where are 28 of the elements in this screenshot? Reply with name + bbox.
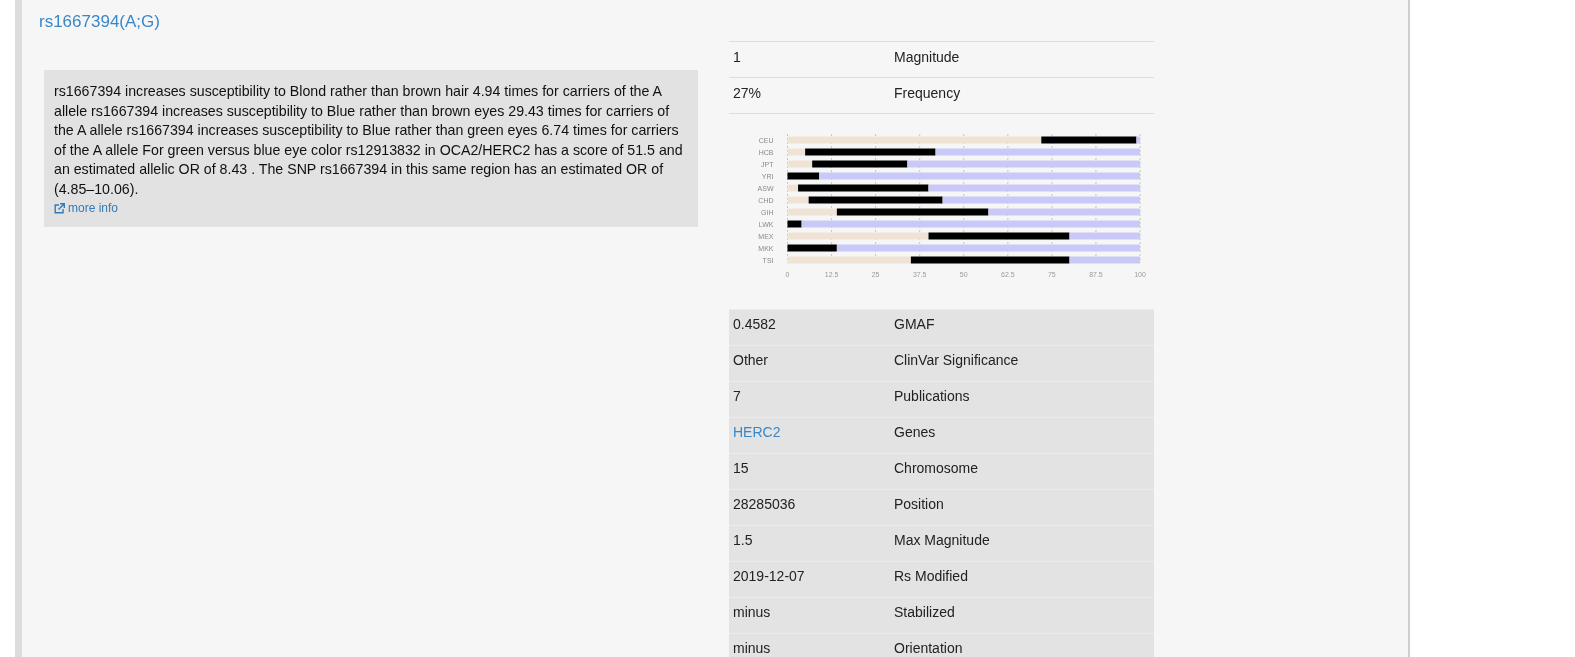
- external-link-icon: [54, 203, 65, 214]
- more-info-link[interactable]: more info: [54, 200, 119, 217]
- property-value: minus: [733, 640, 771, 656]
- property-name: Magnitude: [894, 49, 960, 65]
- property-name: Max Magnitude: [894, 532, 990, 548]
- property-value: 27%: [733, 85, 762, 101]
- gene-link[interactable]: HERC2: [733, 424, 781, 440]
- summary-text: rs1667394 increases susceptibility to Blond rather than brown hair 4.94 times for carriers of the A allele rs1667394 increases susceptibility to Blue rather than brown eyes 29.43 times for carriers of the A allele rs1667394 increases susceptibility to Blue rather than green eyes 6.74 times for carriers of the A allele For green versus blue eye color rs12913832 in OCA2/HERC2 has a score of 51.5 and an estimated allelic OR of 8.43 . The SNP rs1667394 in this same region has an estimated OR of (4.85–10.06).: [54, 82, 684, 199]
- property-value: 28285036: [733, 496, 796, 512]
- property-value: Other: [733, 352, 768, 368]
- property-name: Genes: [894, 424, 936, 440]
- property-name: ClinVar Significance: [894, 352, 1019, 368]
- property-name: Rs Modified: [894, 568, 968, 584]
- property-name: Stabilized: [894, 604, 955, 620]
- property-value: 0.4582: [733, 316, 776, 332]
- property-name: Frequency: [894, 85, 961, 101]
- property-value: 1.5: [733, 532, 753, 548]
- property-value: 7: [733, 388, 741, 404]
- snp-title: rs1667394(A;G): [39, 11, 160, 33]
- property-name: Chromosome: [894, 460, 979, 476]
- property-value: 15: [733, 460, 749, 476]
- property-name: Orientation: [894, 640, 963, 656]
- property-name: Position: [894, 496, 944, 512]
- property-value: 1: [733, 49, 741, 65]
- property-value: 2019-12-07: [733, 568, 805, 584]
- property-name: Publications: [894, 388, 970, 404]
- property-name: GMAF: [894, 316, 935, 332]
- property-value: minus: [733, 604, 771, 620]
